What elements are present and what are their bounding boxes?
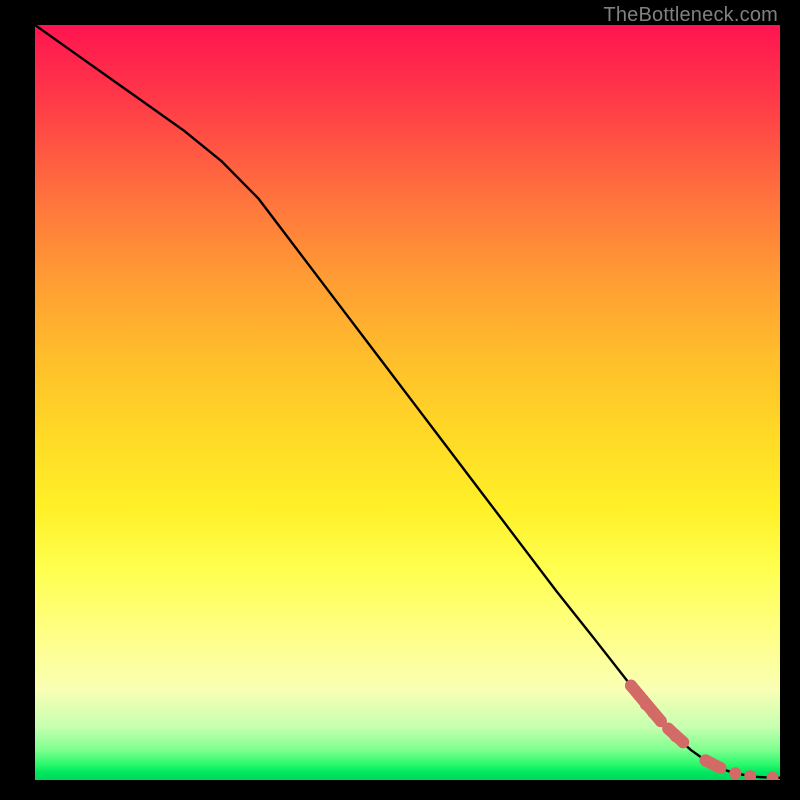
marker-point — [744, 770, 756, 780]
watermark-text: TheBottleneck.com — [603, 4, 778, 27]
chart-svg — [35, 25, 780, 780]
bottleneck-curve — [35, 25, 780, 778]
marker-point — [677, 736, 689, 748]
marker-point — [729, 767, 741, 779]
marker-point — [714, 762, 726, 774]
plot-area — [35, 25, 780, 780]
marker-point — [700, 754, 712, 766]
marker-points — [625, 680, 779, 780]
marker-point — [767, 772, 779, 780]
chart-stage: TheBottleneck.com — [0, 0, 800, 800]
marker-point — [632, 689, 644, 701]
